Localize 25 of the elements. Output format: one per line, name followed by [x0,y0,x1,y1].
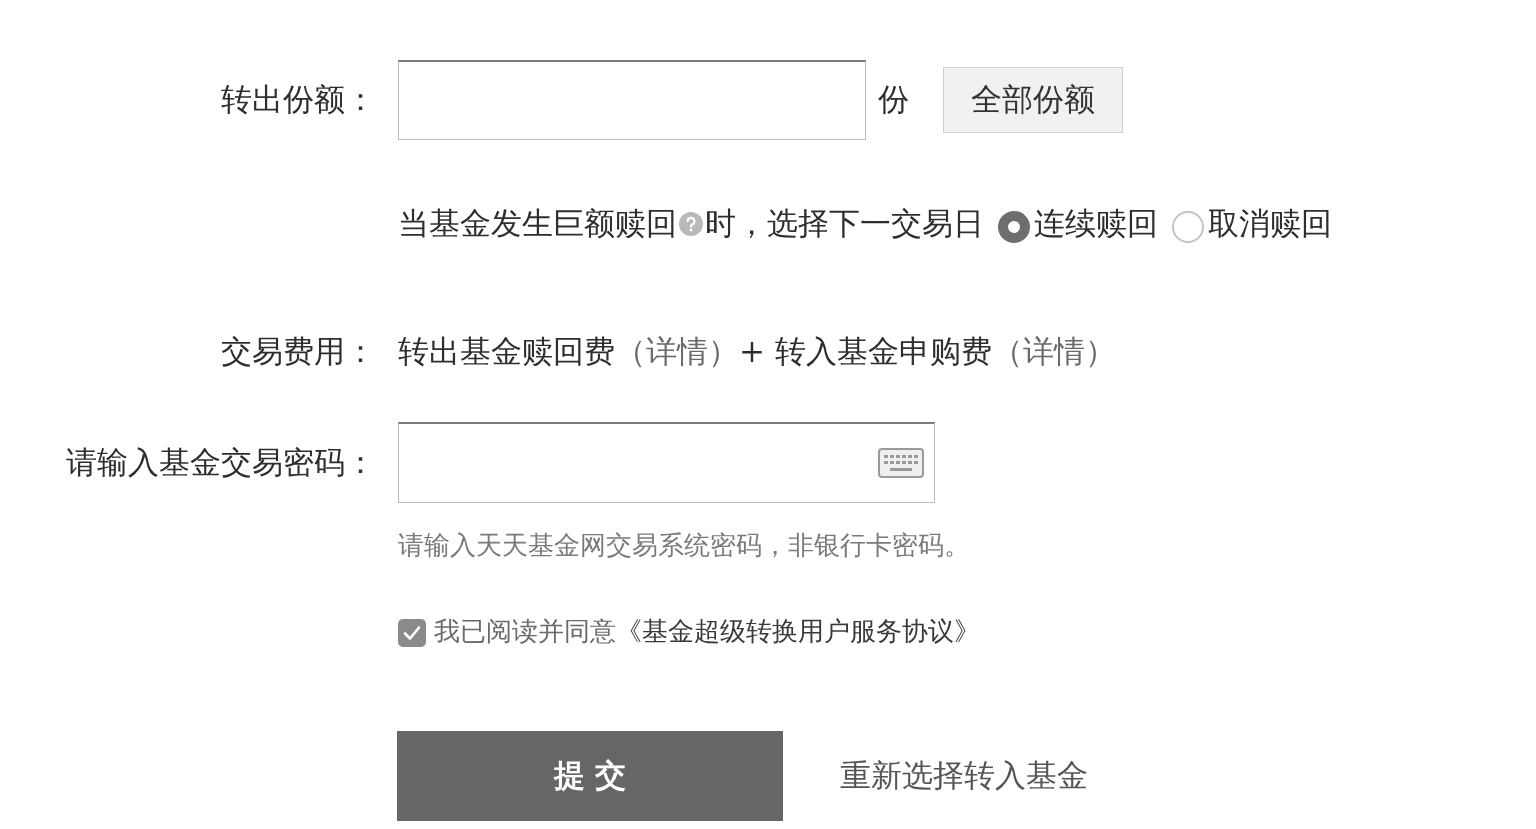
checkbox[interactable] [398,619,426,647]
agreement-text: 我已阅读并同意 [434,614,616,648]
fee-text: 转出基金赎回费 [398,332,615,371]
prompt-text: 时，选择下一交易日 [705,204,984,243]
radio-label[interactable]: 取消赎回 [1208,203,1332,245]
detail-link[interactable]: （详情） [615,331,739,373]
share-input-field[interactable] [398,60,866,140]
hint-text: 请输入天天基金网交易系统密码，非银行卡密码。 [398,528,970,562]
radio-button[interactable] [998,211,1030,243]
radio-label[interactable]: 连续赎回 [1034,203,1158,245]
prompt-text: 当基金发生巨额赎回 [398,204,677,243]
help-icon[interactable] [679,212,703,236]
detail-link[interactable]: （详情） [991,331,1116,373]
password-field[interactable] [398,422,935,503]
submit-button[interactable]: 提 交 [397,731,783,821]
keyboard-icon[interactable] [878,448,924,478]
fee-text: + 转入基金申购费 [739,332,992,371]
agreement-link[interactable]: 《基金超级转换用户服务协议》 [616,613,980,649]
radio-button[interactable] [1172,211,1204,243]
field-label: 请输入基金交易密码： [66,442,376,482]
field-label: 交易费用： [221,332,376,371]
unit-label: 份 [878,80,909,119]
field-label: 转出份额： [221,80,376,119]
all-shares-button[interactable]: 全部份额 [943,67,1123,133]
reselect-link[interactable]: 重新选择转入基金 [840,755,1088,797]
